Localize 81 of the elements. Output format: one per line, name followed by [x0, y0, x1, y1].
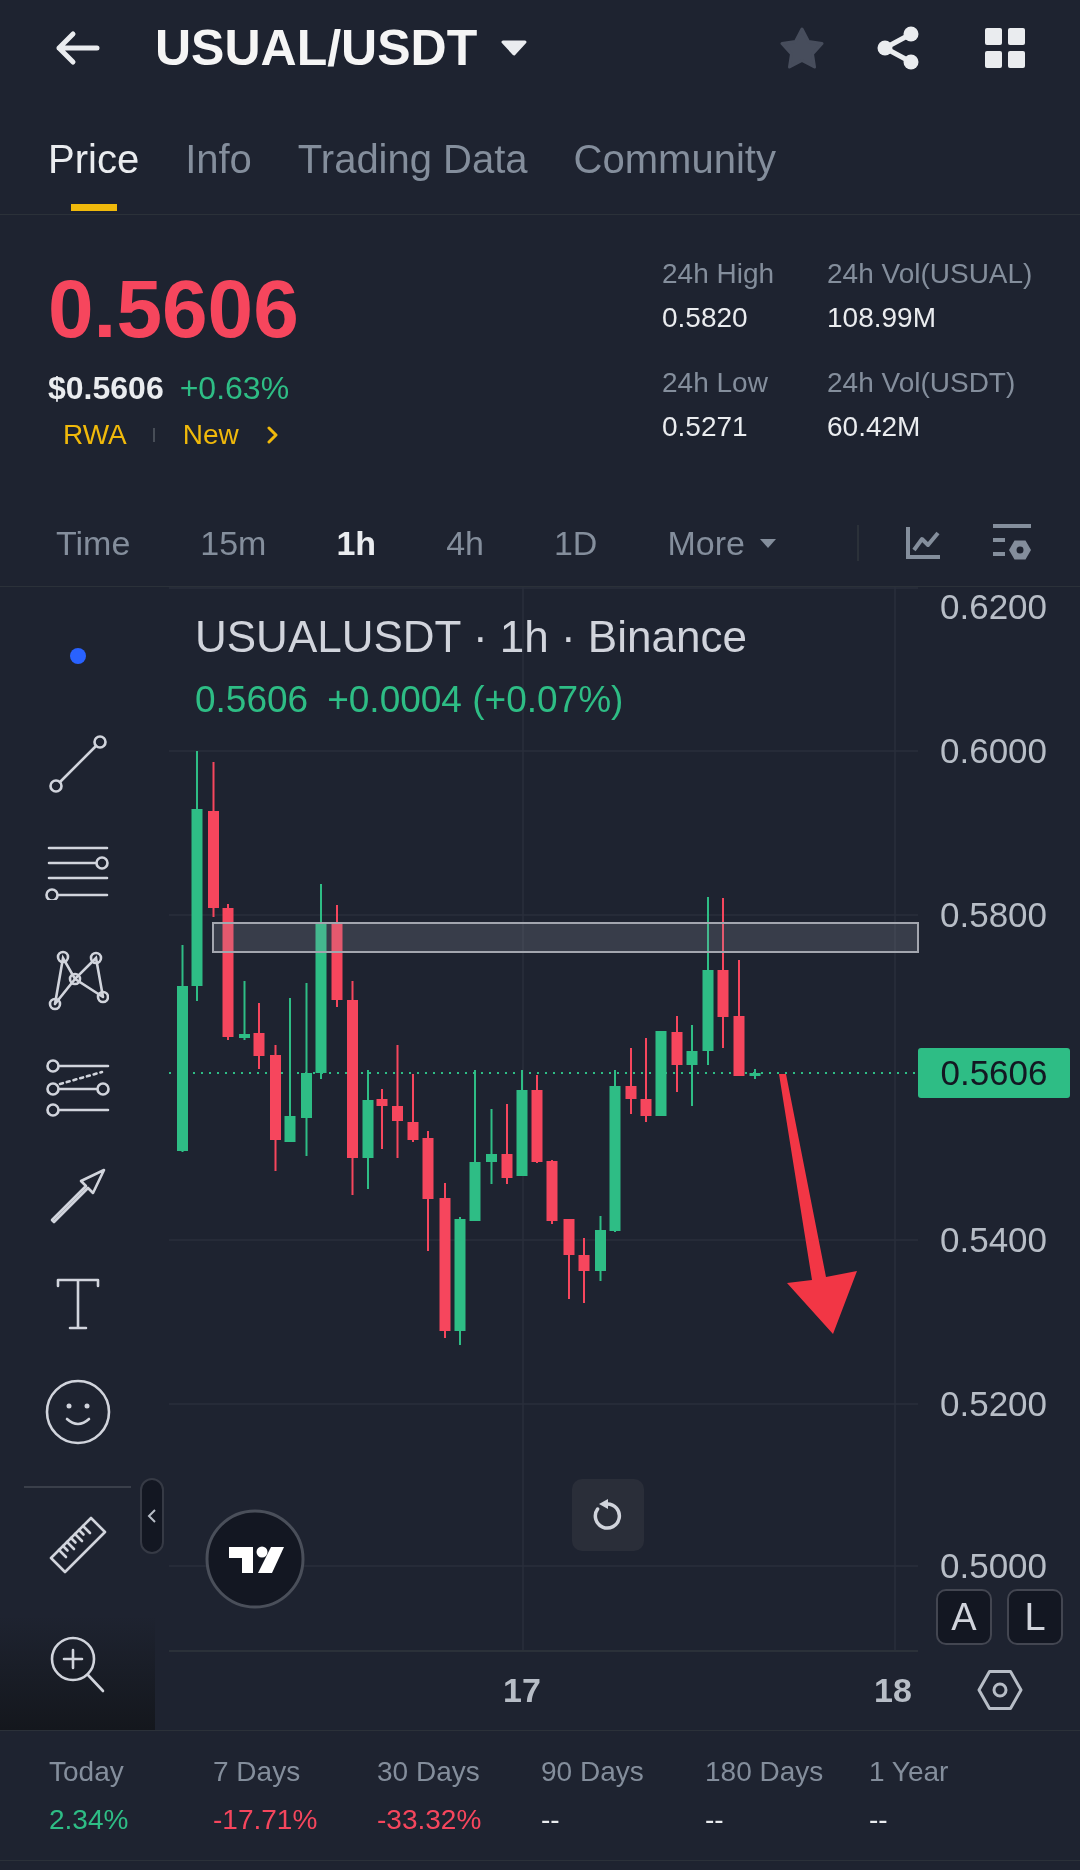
interval-tab[interactable]: 15m	[200, 521, 267, 565]
back-arrow-icon[interactable]	[54, 29, 100, 66]
candlestick	[749, 1068, 761, 1080]
price-axis-label: 0.5800	[940, 895, 1048, 935]
stat-value: 108.99M	[827, 301, 937, 335]
candlestick	[407, 1073, 419, 1143]
price-axis-label: 0.6000	[940, 731, 1048, 771]
period-change: -17.71%	[213, 1803, 318, 1837]
interval-tab[interactable]: 1h	[336, 521, 377, 565]
period-label: 30 Days	[377, 1755, 480, 1789]
levels-icon[interactable]	[45, 1059, 110, 1117]
price-axis-label: 0.5000	[940, 1546, 1048, 1586]
price-axis-label: 0.5200	[940, 1384, 1048, 1424]
trend-line-icon[interactable]	[47, 734, 108, 794]
period-label: 1 Year	[869, 1755, 949, 1789]
tab[interactable]: Community	[573, 95, 776, 213]
price-change-percent: +0.63%	[179, 369, 290, 408]
text-tool-icon[interactable]	[54, 1276, 101, 1332]
caret-icon	[758, 537, 777, 549]
chart-last-price: 0.5606	[195, 678, 309, 722]
tag-link[interactable]: RWA	[63, 417, 127, 453]
chevron-right-icon[interactable]	[266, 426, 279, 444]
period-label: 7 Days	[213, 1755, 301, 1789]
candlestick	[625, 1047, 637, 1115]
scale-button[interactable]: L	[1007, 1589, 1063, 1645]
settings-icon[interactable]	[991, 523, 1033, 563]
candlestick	[578, 1237, 590, 1304]
more-menu-button[interactable]: More	[667, 521, 777, 565]
collapse-button[interactable]	[140, 1478, 164, 1554]
stat-value: 60.42M	[827, 410, 922, 444]
scale-button[interactable]: A	[936, 1589, 992, 1645]
stat-value: 0.5271	[662, 410, 749, 444]
dot-icon[interactable]	[69, 648, 86, 664]
tab[interactable]: Trading Data	[297, 95, 528, 213]
candlestick	[595, 1215, 606, 1282]
tab[interactable]: Info	[185, 95, 252, 213]
chart-title: USUALUSDT · 1h · Binance	[195, 611, 747, 663]
stat-value: 0.5820	[662, 301, 749, 335]
period-change: --	[869, 1803, 888, 1837]
share-icon[interactable]	[876, 25, 920, 70]
settings-icon[interactable]	[977, 1669, 1023, 1711]
reset-button[interactable]	[572, 1479, 644, 1551]
period-label: Today	[49, 1755, 124, 1789]
grid-icon[interactable]	[985, 27, 1025, 68]
stat-label: 24h Low	[662, 366, 769, 400]
current-price-tag: 0.5606	[918, 1048, 1070, 1098]
time-axis-label: 18	[874, 1670, 912, 1711]
interval-tab[interactable]: 4h	[446, 521, 484, 565]
period-change: --	[705, 1803, 724, 1837]
period-change: 2.34%	[49, 1803, 129, 1837]
candlestick	[239, 980, 250, 1041]
period-change: -33.32%	[377, 1803, 482, 1837]
price-axis-label: 0.5400	[940, 1220, 1048, 1260]
stat-label: 24h Vol(USUAL)	[827, 257, 1034, 291]
chevron-left-icon	[147, 1508, 157, 1524]
pair-selector[interactable]: USUAL/USDT	[155, 17, 528, 78]
interval-tab[interactable]: 1D	[553, 521, 598, 565]
stat-label: 24h High	[662, 257, 776, 291]
chart-icon[interactable]	[905, 526, 941, 560]
candlestick	[376, 1088, 388, 1150]
candlestick	[253, 1002, 265, 1070]
period-label: 180 Days	[705, 1755, 824, 1789]
chart-price-change: +0.0004 (+0.07%)	[327, 678, 624, 722]
logo-icon[interactable]	[205, 1509, 305, 1609]
zoom-in-icon[interactable]	[48, 1635, 107, 1695]
price-axis-label: 0.6200	[940, 587, 1048, 627]
period-change: --	[541, 1803, 560, 1837]
parallel-lines-icon[interactable]	[44, 844, 111, 900]
pattern-icon[interactable]	[46, 949, 109, 1011]
tag-link[interactable]: New	[182, 417, 239, 453]
caret-icon	[501, 39, 528, 56]
time-axis-label: 17	[503, 1670, 541, 1711]
stat-label: 24h Vol(USDT)	[827, 366, 1017, 400]
interval-tab[interactable]: Time	[56, 521, 131, 565]
candlestick	[546, 1159, 558, 1225]
usd-price: $0.5606	[48, 369, 164, 408]
smiley-icon[interactable]	[44, 1379, 111, 1445]
star-icon[interactable]	[780, 26, 824, 69]
period-label: 90 Days	[541, 1755, 644, 1789]
last-price: 0.5606	[48, 268, 299, 350]
tab[interactable]: Price	[48, 95, 140, 213]
